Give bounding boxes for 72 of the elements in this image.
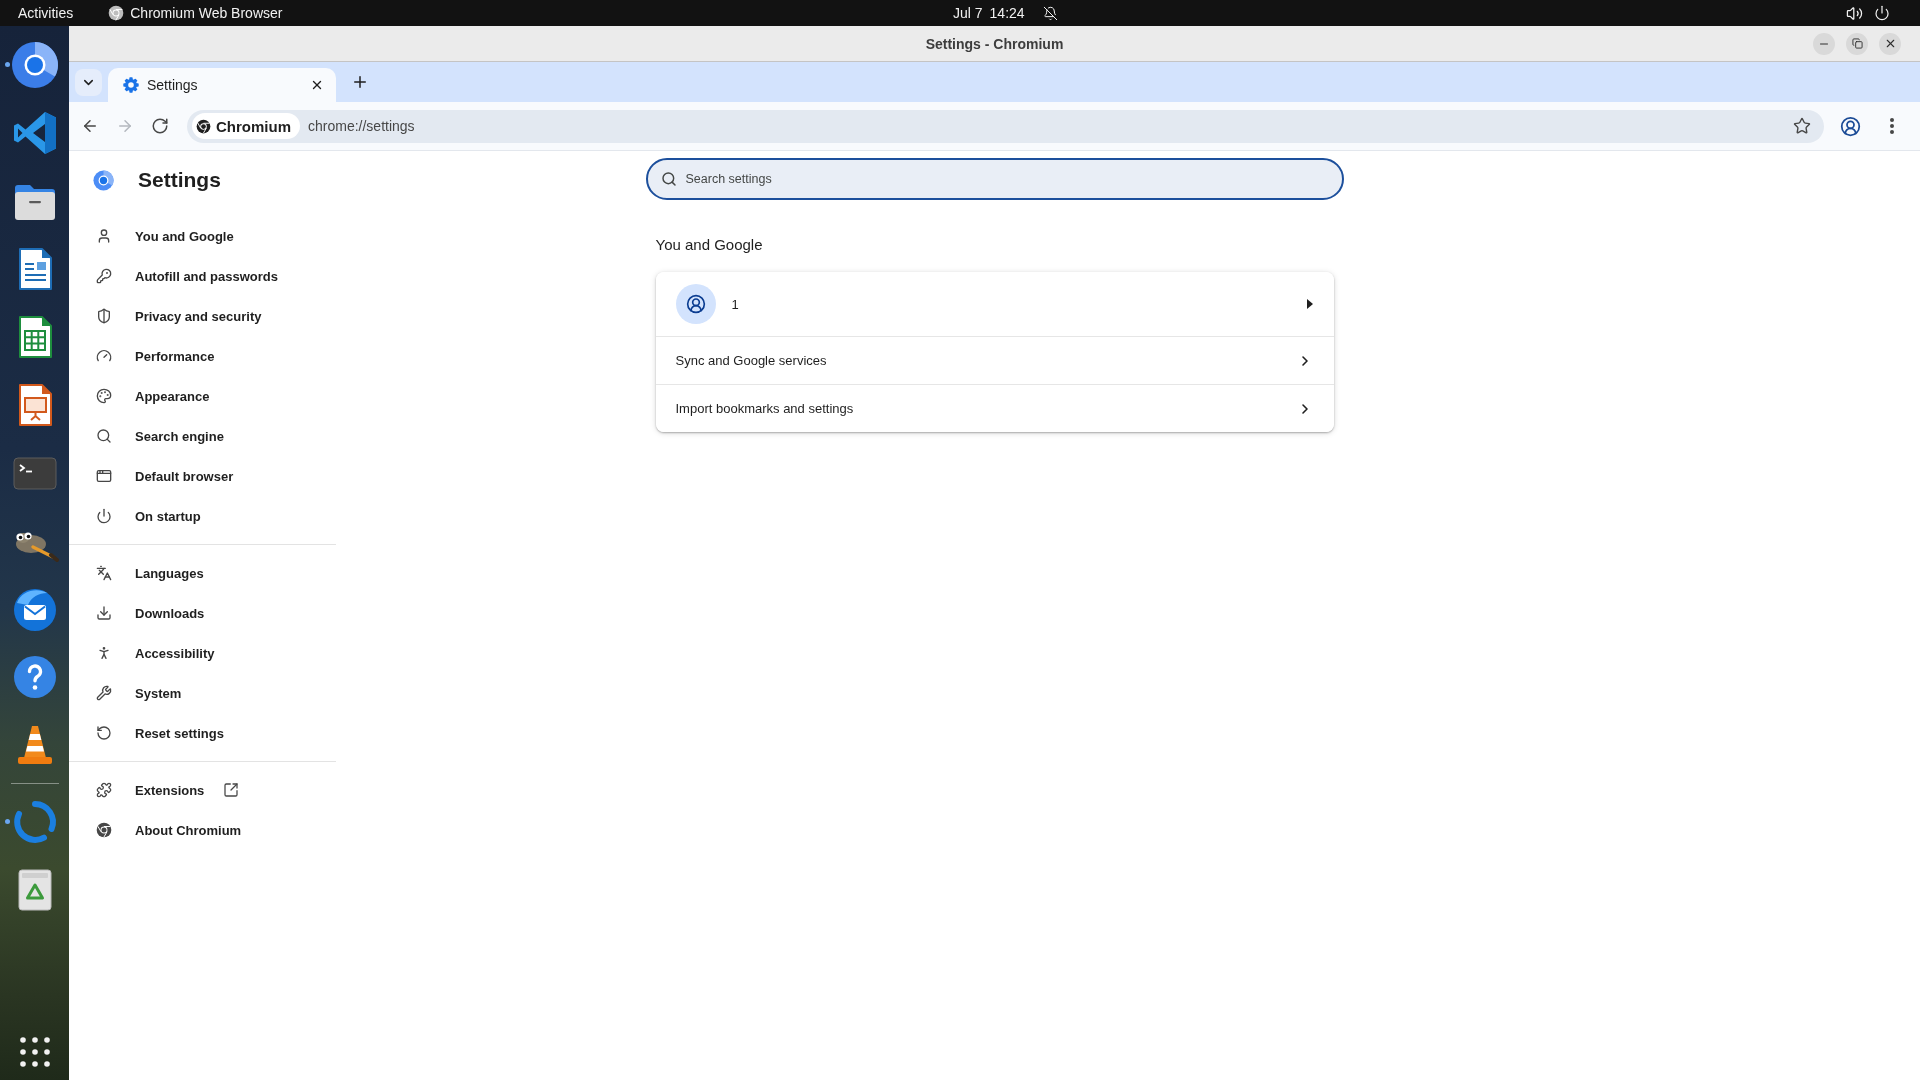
profile-icon bbox=[1840, 115, 1861, 137]
wrench-icon bbox=[96, 685, 112, 701]
restore-icon bbox=[1851, 38, 1863, 49]
key-icon bbox=[96, 268, 112, 284]
profile-button[interactable] bbox=[1840, 115, 1861, 137]
menu-item[interactable]: System bbox=[69, 673, 336, 713]
palette-icon bbox=[96, 388, 112, 404]
menu-item[interactable]: On startup bbox=[69, 496, 336, 536]
window-title: Settings - Chromium bbox=[925, 35, 1064, 52]
search-field[interactable]: Search settings bbox=[645, 158, 1344, 200]
menu-icon bbox=[1890, 118, 1894, 134]
url-text: chrome://settings bbox=[308, 118, 415, 134]
menu-item[interactable]: Accessibility bbox=[69, 633, 336, 673]
search-icon bbox=[96, 428, 112, 444]
menu-item[interactable]: Default browser bbox=[69, 456, 336, 496]
app-menu-button[interactable]: Chromium Web Browser bbox=[108, 5, 283, 21]
window-icon bbox=[96, 468, 112, 484]
address-bar[interactable]: Chromium chrome://settings bbox=[187, 109, 1824, 143]
browser-logo-icon bbox=[196, 118, 211, 134]
time-label: 14:24 bbox=[989, 5, 1025, 21]
browser-logo-icon bbox=[108, 5, 125, 21]
account-row[interactable]: 1 bbox=[655, 272, 1334, 336]
tab[interactable]: Settings bbox=[108, 68, 336, 102]
menu-item[interactable]: You and Google bbox=[69, 216, 336, 256]
browser-icon[interactable] bbox=[10, 41, 59, 89]
bell-off-icon[interactable] bbox=[1042, 5, 1058, 21]
close-window-button[interactable] bbox=[1879, 32, 1901, 55]
section-heading: You and Google bbox=[655, 236, 764, 254]
reset-icon bbox=[96, 725, 112, 741]
menu-item[interactable]: Autofill and passwords bbox=[69, 256, 336, 296]
menu-item[interactable]: Performance bbox=[69, 336, 336, 376]
menu-item[interactable]: Downloads bbox=[69, 593, 336, 633]
puzzle-icon bbox=[96, 782, 112, 798]
menu-item[interactable]: Extensions bbox=[69, 770, 336, 810]
gauge-icon bbox=[96, 348, 112, 364]
plus-icon bbox=[351, 73, 369, 91]
minimize-button[interactable] bbox=[1813, 32, 1835, 55]
settings-link-row[interactable]: Sync and Google services bbox=[655, 336, 1334, 384]
translate-icon bbox=[96, 565, 112, 581]
activities-button[interactable]: Activities bbox=[18, 5, 74, 21]
tab-search-button[interactable] bbox=[75, 68, 102, 96]
date-label: Jul 7 bbox=[953, 5, 983, 21]
shield-icon bbox=[96, 308, 112, 324]
page-title: Settings bbox=[138, 168, 221, 192]
reload-icon bbox=[151, 117, 169, 135]
triangle-right-icon bbox=[1306, 299, 1313, 309]
menu-item[interactable]: Privacy and security bbox=[69, 296, 336, 336]
gear-icon bbox=[123, 77, 139, 93]
settings-link-row[interactable]: Import bookmarks and settings bbox=[655, 384, 1334, 432]
menu-item[interactable]: Search engine bbox=[69, 416, 336, 456]
menu-item[interactable]: About Chromium bbox=[69, 810, 336, 850]
menu-item[interactable]: Reset settings bbox=[69, 713, 336, 753]
search-icon bbox=[660, 171, 677, 187]
accessibility-icon bbox=[96, 645, 112, 661]
menu-item[interactable]: Languages bbox=[69, 553, 336, 593]
browser-logo-icon bbox=[93, 169, 114, 191]
browser-logo-icon bbox=[96, 822, 112, 838]
menu-button[interactable] bbox=[1890, 118, 1894, 134]
close-icon bbox=[310, 78, 324, 92]
site-info-chip[interactable]: Chromium bbox=[192, 113, 300, 139]
power-icon bbox=[96, 508, 112, 524]
download-icon bbox=[96, 605, 112, 621]
person-icon bbox=[96, 228, 112, 244]
right-arrow-icon bbox=[116, 117, 134, 135]
menu-item[interactable]: Appearance bbox=[69, 376, 336, 416]
power-icon[interactable] bbox=[1874, 5, 1890, 21]
volume-icon[interactable] bbox=[1846, 4, 1863, 22]
app-grid-icon[interactable] bbox=[19, 1037, 50, 1067]
avatar-icon bbox=[675, 284, 716, 324]
star-icon bbox=[1793, 117, 1811, 135]
restore-button[interactable] bbox=[1846, 32, 1868, 55]
bookmark-button[interactable] bbox=[1793, 117, 1811, 135]
